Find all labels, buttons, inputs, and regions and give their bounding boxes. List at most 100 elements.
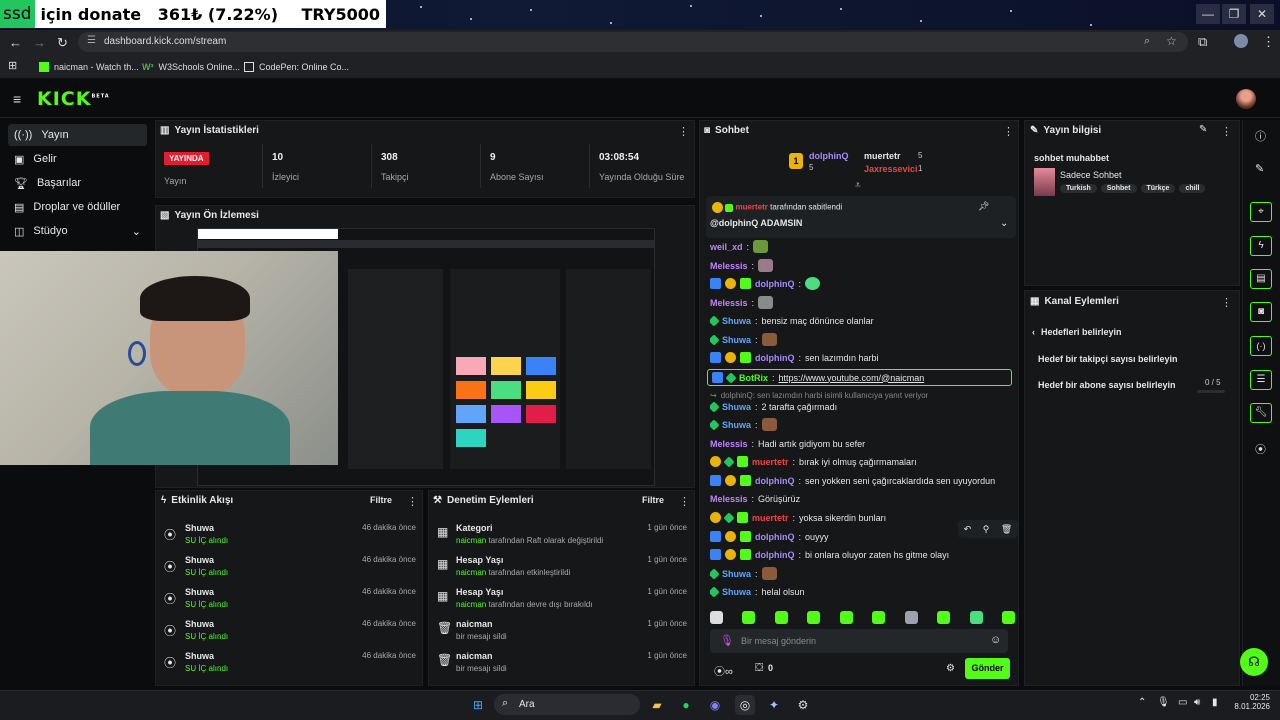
rail-button-wrench[interactable]: 🔧︎ [1250,403,1272,423]
trash-icon: 🗑︎ [437,653,453,667]
stream-info-menu-icon[interactable]: ⋮ [1221,125,1232,138]
chat-link[interactable]: https://www.youtube.com/@naicman [779,373,925,383]
chrome-icon[interactable]: ◎ [735,695,755,715]
emote-icon[interactable] [969,610,983,624]
close-button[interactable]: ✕ [1250,4,1274,24]
emote-icon[interactable] [872,610,886,624]
top-chatter-name[interactable]: Jaxressevici [864,164,918,174]
tray-chevron-icon[interactable]: ⌃ [1138,697,1146,708]
activity-filter-button[interactable]: Filtre [370,495,392,505]
emote-icon[interactable] [774,610,788,624]
sidebar-item-basarilar[interactable]: 🏆︎ Başarılar [8,172,147,194]
app-icon[interactable]: ✦ [764,695,784,715]
tag-chip[interactable]: Sohbet [1100,184,1137,193]
extensions-icon[interactable]: ⧉ [1198,34,1207,50]
sidebar-item-gelir[interactable]: ▣ Gelir [8,148,147,170]
profile-avatar[interactable] [1234,34,1248,48]
hamburger-icon[interactable]: ≡ [13,91,21,107]
follower-goal-button[interactable]: Hedef bir takipçi sayısı belirleyin [1038,354,1178,364]
emote-icon[interactable] [742,610,756,624]
sub-goal-button[interactable]: Hedef bir abone sayısı belirleyin [1038,380,1176,390]
spotify-icon[interactable]: ● [676,695,696,715]
top-chatter-name[interactable]: dolphinQ [809,151,849,161]
bookmark-star-icon[interactable]: ☆ [1166,34,1177,48]
back-button[interactable]: ‹ Hedefleri belirleyin [1032,327,1122,337]
category-name[interactable]: Sadece Sohbet [1060,170,1122,180]
stats-menu-icon[interactable]: ⋮ [678,125,689,138]
forward-icon[interactable]: → [33,35,46,50]
kick-logo[interactable]: KICKBETA [37,88,110,110]
rail-button-target[interactable]: ⌖ [1250,202,1272,222]
bookmark-w3schools[interactable]: W³ W3Schools Online... [142,59,240,75]
info-icon[interactable]: ⓘ [1255,128,1266,144]
microphone-icon[interactable]: 🎙︎ [720,634,734,647]
activity-menu-icon[interactable]: ⋮ [407,495,418,508]
file-explorer-icon[interactable]: ▰ [647,695,667,715]
pin-icon[interactable]: 📌︎ [978,201,989,212]
url-text[interactable]: dashboard.kick.com/stream [104,36,226,47]
chat-settings-icon[interactable]: ⚙ [946,663,955,674]
moderation-filter-button[interactable]: Filtre [642,495,664,505]
emote-icon[interactable] [839,610,853,624]
chat-menu-icon[interactable]: ⋮ [1003,125,1014,138]
battery-icon[interactable]: ▮ [1212,697,1218,708]
emoji-icon[interactable]: ☺ [990,634,1001,646]
edit-icon[interactable]: ✎ [1199,124,1207,135]
collapse-icon[interactable]: ⩡ [855,180,861,191]
gift-icon[interactable]: ⛋ [755,662,763,675]
user-avatar[interactable] [1236,89,1256,109]
chat-input-placeholder[interactable]: Bir mesaj gönderin [741,636,816,646]
zoom-icon[interactable]: ⌕ [1144,35,1150,48]
sidebar-item-yayin[interactable]: ((·)) Yayın [8,124,147,146]
chevron-down-icon[interactable]: ⌄ [1000,218,1008,229]
site-info-icon[interactable]: ☰ [87,35,96,46]
chat-message: Shuwa: [710,331,1015,348]
tag-chip[interactable]: chill [1179,184,1206,193]
network-icon[interactable]: ▭ [1178,697,1187,708]
channel-points-icon[interactable]: ⦿∞ [714,663,733,679]
taskbar-search[interactable]: ⌕ Ara [494,694,640,715]
pencil-icon[interactable]: ✎ [1255,162,1264,175]
emote-icon[interactable] [710,610,723,624]
emote-icon[interactable] [904,610,918,624]
tag-chip[interactable]: Turkish [1060,184,1097,193]
sidebar-item-droplar[interactable]: ▤ Droplar ve ödüller [8,196,147,218]
bookmark-codepen[interactable]: CodePen: Online Co... [244,59,349,75]
pin-icon[interactable]: ⚲ [983,524,990,535]
rail-button-chat[interactable]: ◙ [1250,302,1272,322]
community-icon[interactable]: ⦿ [1255,441,1266,457]
top-chatter-name[interactable]: muertetr [864,151,901,161]
send-button[interactable]: Gönder [965,658,1010,679]
bookmark-naicman[interactable]: naicman - Watch th... [39,59,139,75]
delete-icon[interactable]: 🗑︎ [1001,524,1012,535]
rail-button-lightning[interactable]: ϟ [1250,236,1272,256]
restore-button[interactable]: ❐ [1222,4,1246,24]
url-field[interactable]: ☰ dashboard.kick.com/stream ⌕ ☆ [78,32,1188,52]
category-thumbnail[interactable] [1034,168,1055,196]
tag-chip[interactable]: Türkçe [1140,184,1176,193]
steam-icon[interactable]: ⚙ [793,695,813,715]
top-chatter-rank-1: 1 [789,153,803,169]
windows-start-icon[interactable]: ⊞ [468,695,488,715]
menu-icon[interactable]: ⋮ [1262,34,1275,50]
emote-icon[interactable] [937,610,951,624]
rail-button-broadcast[interactable]: (·) [1250,336,1272,356]
minimize-button[interactable]: — [1196,4,1220,24]
clock[interactable]: 02:25 8.01.2026 [1230,693,1270,711]
rail-button-document[interactable]: ▤ [1250,269,1272,289]
emote-icon[interactable] [807,610,821,624]
support-headset-icon[interactable]: ☊ [1240,648,1268,676]
sidebar-item-studyo[interactable]: ◫ Stüdyo ⌄ [8,220,147,242]
rail-button-list[interactable]: ☰ [1250,370,1272,390]
chat-input[interactable]: 🎙︎ Bir mesaj gönderin ☺ [710,629,1008,653]
reload-icon[interactable]: ↻ [57,35,68,51]
discord-icon[interactable]: ◉ [705,695,725,715]
volume-icon[interactable]: 🔊︎ [1194,697,1200,708]
emote-icon[interactable] [1001,610,1015,624]
back-icon[interactable]: ← [9,35,22,50]
mic-tray-icon[interactable]: 🎙︎ [1157,697,1170,708]
channel-actions-menu-icon[interactable]: ⋮ [1221,296,1232,309]
reply-icon[interactable]: ↶ [964,524,972,535]
moderation-menu-icon[interactable]: ⋮ [679,495,690,508]
apps-grid-icon[interactable]: ⊞ [8,59,17,72]
